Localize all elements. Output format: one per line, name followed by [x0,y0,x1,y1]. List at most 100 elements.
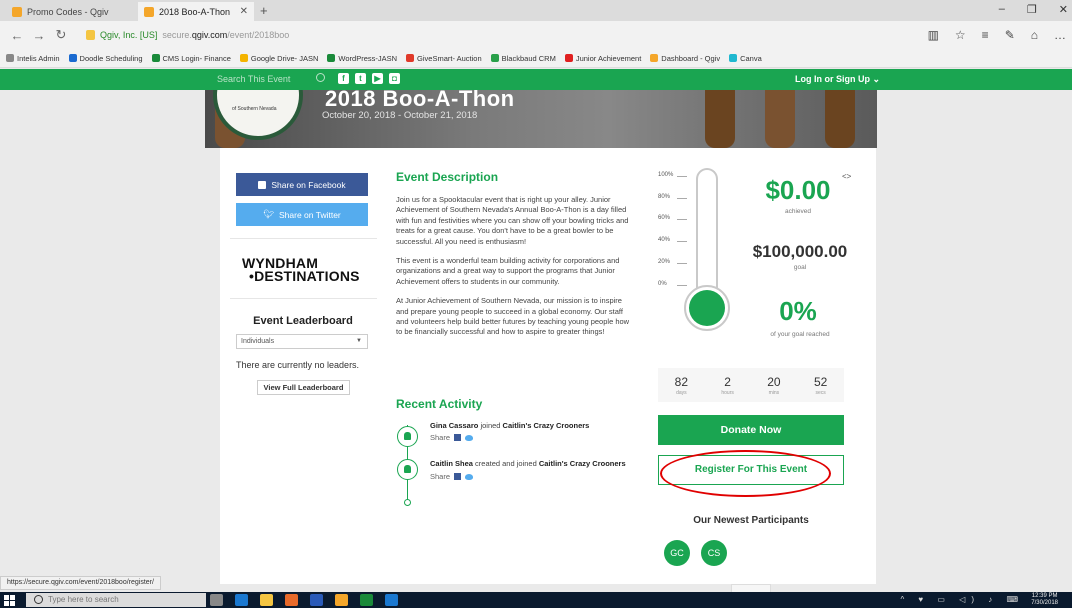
leaderboard-title: Event Leaderboard [253,315,353,327]
activity-share: Share [430,472,474,481]
qgiv-favicon-icon [144,6,154,17]
microphone-icon[interactable] [210,594,223,606]
facebook-icon[interactable]: f [338,73,349,84]
user-join-icon [397,426,418,447]
leaderboard-empty-message: There are currently no leaders. [236,360,360,370]
bookmarks-bar: Intelis Admin Doodle Scheduling CMS Login-… [0,49,1072,68]
back-arrow-icon[interactable]: ← [6,28,28,43]
event-search-input[interactable]: Search This Event [217,74,290,84]
activity-item: Gina Cassaro joined Caitlin's Crazy Croo… [430,421,590,430]
facebook-icon[interactable] [454,434,462,441]
minimize-icon[interactable]: – [999,3,1005,16]
bookmark-item[interactable]: Doodle Scheduling [68,54,143,63]
close-window-icon[interactable]: ✕ [1059,3,1068,16]
windows-taskbar: Type here to search ^ ♥ ▭ ◁) ♪ ⌨ 12:39 P… [0,592,1072,608]
event-description: Join us for a Spooktacular event that is… [396,195,636,347]
firefox-icon[interactable] [285,594,298,606]
countdown-mins: 20 mins [767,374,781,396]
bookmark-favicon-icon [490,54,499,62]
facebook-icon [258,180,267,189]
bookmark-favicon-icon [6,54,14,62]
share-facebook-button[interactable]: Share on Facebook [236,173,368,196]
goal-label: goal [793,264,807,271]
instagram-icon[interactable]: ◘ [389,73,400,84]
bookmark-item[interactable]: Blackbaud CRM [490,54,556,63]
bookmark-item[interactable]: Junior Achievement [564,54,641,63]
taskbar-search-input[interactable]: Type here to search [26,593,206,607]
bookmark-item[interactable]: Intelis Admin [6,54,60,63]
bookmark-item[interactable]: GiveSmart- Auction [406,54,482,63]
excel-icon[interactable] [360,594,373,606]
bookmark-item[interactable]: Dashboard - Qgiv [650,54,720,63]
share-icon[interactable]: ⌂ [1031,28,1038,42]
countdown-secs: 52 secs [813,374,828,396]
twitter-icon[interactable] [465,473,474,480]
amount-raised-label: achieved [784,208,812,215]
thermometer-bulb [684,285,730,331]
amount-raised: $0.00 [765,175,831,205]
more-icon[interactable]: … [1054,28,1066,42]
system-tray[interactable]: ^ ♥ ▭ ◁) ♪ ⌨ [900,595,1024,604]
participant-avatar[interactable]: GC [664,540,690,566]
view-full-leaderboard-button[interactable]: View Full Leaderboard [257,380,350,395]
event-description-title: Event Description [396,170,499,184]
browser-tab-boo-a-thon[interactable]: 2018 Boo-A-Thon ✕ [138,2,254,21]
participant-avatar[interactable]: CS [701,540,727,566]
reading-view-icon[interactable]: ▥ [928,28,939,42]
edge-icon[interactable] [235,594,248,606]
web-note-icon[interactable]: ✎ [1005,28,1015,42]
bookmark-favicon-icon [406,54,415,62]
bookmark-favicon-icon [68,54,77,62]
twitter-icon[interactable] [465,434,474,441]
url-domain: qgiv.com [191,30,228,40]
new-tab-button[interactable]: + [260,3,268,18]
goal-percent-label: of your goal reached [770,331,830,338]
hub-icon[interactable]: ≡ [982,28,989,42]
close-tab-icon[interactable]: ✕ [240,6,248,17]
twitter-icon: 🐦︎ [263,209,275,219]
event-dates: October 20, 2018 - October 21, 2018 [322,110,478,121]
bookmark-item[interactable]: Canva [729,54,762,63]
donate-now-button[interactable]: Donate Now [658,415,844,445]
forward-arrow-icon[interactable]: → [28,28,50,43]
twitter-icon[interactable]: t [355,73,366,84]
bookmark-favicon-icon [239,54,248,62]
taskbar-clock[interactable]: 12:39 PM 7/30/2018 [1031,593,1058,607]
search-icon[interactable] [316,73,325,82]
bookmark-favicon-icon [650,54,659,62]
refresh-icon[interactable]: ↻ [50,27,72,43]
restore-icon[interactable]: ❐ [1027,3,1037,16]
recent-activity-title: Recent Activity [396,397,483,411]
favorite-star-icon[interactable]: ☆ [955,28,966,42]
bookmark-item[interactable]: WordPress-JASN [327,54,397,63]
newest-participants-title: Our Newest Participants [693,515,809,526]
sponsor-logo: WYNDHAM •DESTINATIONS [242,255,360,284]
windows-start-icon[interactable] [4,595,15,606]
lock-icon [86,30,95,40]
outlook-icon[interactable] [385,594,398,606]
word-icon[interactable] [310,594,323,606]
bowling-pin-image [825,90,855,148]
thermometer-tick [677,285,687,286]
site-header-bar: Search This Event f t ▶ ◘ Log In or Sign… [0,69,1072,90]
login-signup-link[interactable]: Log In or Sign Up ⌄ [795,74,880,85]
event-title: 2018 Boo-A-Thon [325,90,515,111]
thermometer-tick [677,241,687,242]
qgiv-favicon-icon [12,6,22,17]
qgiv-icon[interactable] [335,594,348,606]
leaderboard-type-select[interactable]: Individuals ▼ [236,334,368,349]
file-explorer-icon[interactable] [260,594,273,606]
browser-tab-promo-codes[interactable]: Promo Codes - Qgiv [6,2,136,21]
social-links: f t ▶ ◘ [338,73,400,84]
countdown-days: 82 days [674,374,689,396]
taskbar-apps [210,594,398,606]
thermometer-scale-label: 100% [658,172,674,178]
address-bar[interactable]: Qgiv, Inc. [US] secure.qgiv.com/event/20… [86,30,289,40]
youtube-icon[interactable]: ▶ [372,73,383,84]
bookmark-item[interactable]: CMS Login- Finance [151,54,231,63]
chevron-down-icon: ▼ [356,338,362,344]
description-paragraph: This event is a wonderful team building … [396,256,620,286]
bookmark-item[interactable]: Google Drive- JASN [239,54,318,63]
facebook-icon[interactable] [454,473,462,480]
share-twitter-button[interactable]: 🐦︎ Share on Twitter [236,203,368,226]
